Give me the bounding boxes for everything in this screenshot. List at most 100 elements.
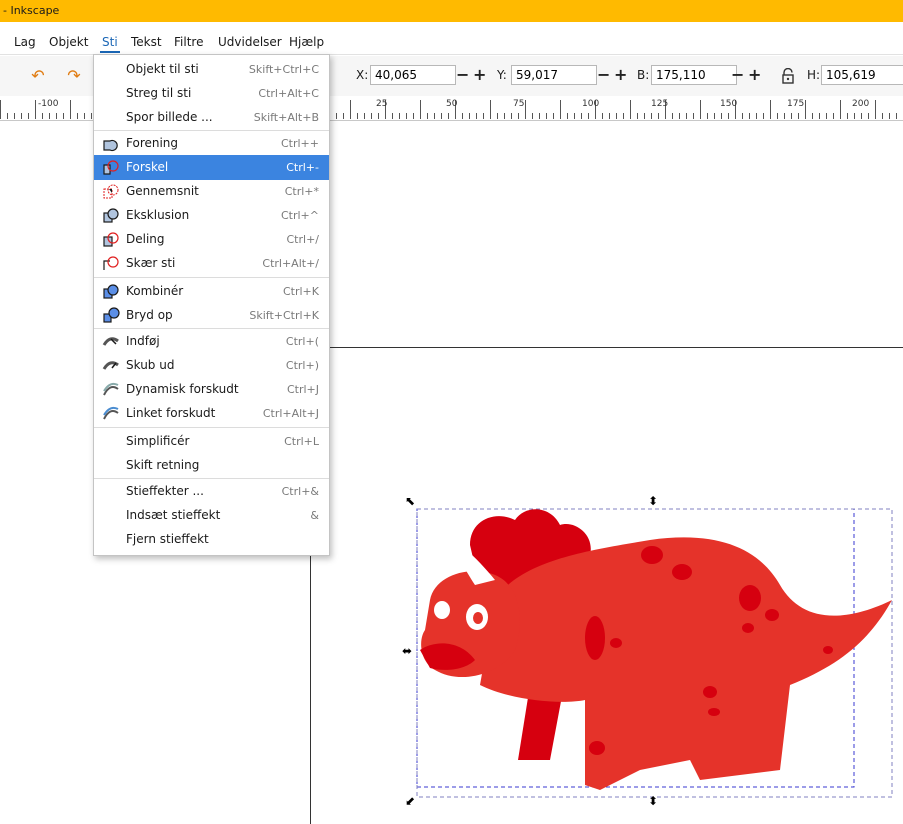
w-input[interactable]: [651, 65, 737, 85]
menu-item-label: Gennemsnit: [126, 184, 199, 198]
menu-item-division[interactable]: Deling Ctrl+/: [94, 227, 329, 252]
menu-filtre[interactable]: Filtre: [174, 35, 203, 49]
menu-item-shortcut: Ctrl+): [285, 359, 319, 372]
menu-item-label: Eksklusion: [126, 208, 190, 222]
w-increment-button[interactable]: +: [748, 65, 761, 85]
menu-item-simplify[interactable]: Simplificér Ctrl+L: [94, 429, 329, 454]
menu-lag[interactable]: Lag: [14, 35, 36, 49]
menu-item-intersection[interactable]: Gennemsnit Ctrl+*: [94, 179, 329, 204]
resize-handle-nw[interactable]: ⬉: [405, 494, 415, 508]
window-title: - Inkscape: [3, 4, 60, 17]
resize-handle-s[interactable]: ⬍: [648, 794, 658, 808]
menu-separator: [94, 427, 329, 428]
ruler-label: 125: [651, 99, 669, 109]
y-increment-button[interactable]: +: [614, 65, 627, 85]
rotate-ccw-icon[interactable]: ↶: [28, 66, 48, 86]
w-decrement-button[interactable]: −: [731, 65, 744, 85]
menu-item-union[interactable]: Forening Ctrl++: [94, 131, 329, 156]
menu-item-trace-bitmap[interactable]: Spor billede ... Skift+Alt+B: [94, 105, 329, 130]
menu-item-linked-offset[interactable]: Linket forskudt Ctrl+Alt+J: [94, 401, 329, 426]
menu-item-cut-path[interactable]: Skær sti Ctrl+Alt+/: [94, 251, 329, 276]
menu-item-label: Linket forskudt: [126, 406, 216, 420]
menu-item-label: Fjern stieffekt: [126, 532, 209, 546]
break-apart-icon: [102, 307, 120, 324]
menu-item-dynamic-offset[interactable]: Dynamisk forskudt Ctrl+J: [94, 377, 329, 402]
ruler-label: 150: [720, 99, 738, 109]
dino-pupil: [473, 612, 483, 624]
menu-item-label: Stieffekter ...: [126, 484, 204, 498]
h-field-group: H:: [807, 65, 903, 87]
menu-item-label: Bryd op: [126, 308, 173, 322]
menu-item-shortcut: Ctrl+Alt+J: [262, 407, 319, 420]
menu-item-exclusion[interactable]: Eksklusion Ctrl+^: [94, 203, 329, 228]
y-input[interactable]: [511, 65, 597, 85]
menu-item-shortcut: Ctrl+Alt+C: [258, 87, 319, 100]
w-label: B:: [637, 68, 650, 82]
menu-hjaelp[interactable]: Hjælp: [289, 35, 324, 49]
page-border-top: [330, 347, 903, 348]
menu-item-label: Dynamisk forskudt: [126, 382, 239, 396]
exclusion-icon: [102, 207, 120, 224]
ruler-label: 175: [787, 99, 805, 109]
x-input[interactable]: [370, 65, 456, 85]
rotate-cw-icon[interactable]: ↷: [64, 66, 84, 86]
menu-item-difference[interactable]: Forskel Ctrl+-: [94, 155, 329, 180]
menu-item-reverse[interactable]: Skift retning: [94, 453, 329, 478]
ruler-label: -100: [38, 99, 59, 109]
menu-tekst[interactable]: Tekst: [131, 35, 162, 49]
menu-item-outset[interactable]: Skub ud Ctrl+): [94, 353, 329, 378]
menu-item-shortcut: Ctrl+J: [286, 383, 319, 396]
menu-separator: [94, 277, 329, 278]
menu-item-label: Indsæt stieffekt: [126, 508, 221, 522]
menu-item-stroke-to-path[interactable]: Streg til sti Ctrl+Alt+C: [94, 81, 329, 106]
menu-item-inset[interactable]: Indføj Ctrl+(: [94, 329, 329, 354]
y-field-group: Y: − +: [497, 65, 627, 87]
menu-item-object-to-path[interactable]: Objekt til sti Skift+Ctrl+C: [94, 57, 329, 82]
dino-spot: [765, 609, 779, 621]
menu-item-remove-path-effect[interactable]: Fjern stieffekt: [94, 527, 329, 552]
menu-item-shortcut: &: [310, 509, 319, 522]
cut-path-icon: [102, 255, 120, 272]
menu-item-label: Spor billede ...: [126, 110, 213, 124]
menu-item-label: Skub ud: [126, 358, 175, 372]
menu-item-label: Deling: [126, 232, 165, 246]
x-decrement-button[interactable]: −: [456, 65, 469, 85]
menu-item-shortcut: Ctrl+&: [281, 485, 319, 498]
menu-item-break-apart[interactable]: Bryd op Skift+Ctrl+K: [94, 303, 329, 328]
resize-handle-sw[interactable]: ⬋: [405, 794, 415, 808]
dino-spot: [703, 686, 717, 698]
union-icon: [102, 135, 120, 152]
menu-objekt[interactable]: Objekt: [49, 35, 88, 49]
menu-item-label: Skær sti: [126, 256, 176, 270]
difference-icon: [102, 159, 120, 176]
dino-spot: [589, 741, 605, 755]
path-menu-dropdown: Objekt til sti Skift+Ctrl+C Streg til st…: [93, 54, 330, 556]
menu-item-shortcut: Ctrl++: [280, 137, 319, 150]
menu-item-shortcut: Ctrl+^: [280, 209, 319, 222]
dynamic-offset-icon: [102, 381, 120, 398]
x-label: X:: [356, 68, 369, 82]
menu-item-label: Kombinér: [126, 284, 184, 298]
resize-handle-n[interactable]: ⬍: [648, 494, 658, 508]
menu-item-path-effects[interactable]: Stieffekter ... Ctrl+&: [94, 479, 329, 504]
menu-item-label: Streg til sti: [126, 86, 192, 100]
menu-item-combine[interactable]: Kombinér Ctrl+K: [94, 279, 329, 304]
ruler-label: 75: [513, 99, 525, 109]
dino-eye: [434, 601, 450, 619]
x-increment-button[interactable]: +: [473, 65, 486, 85]
menu-udvidelser[interactable]: Udvidelser: [218, 35, 282, 49]
h-input[interactable]: [821, 65, 903, 85]
triceratops-drawing[interactable]: ⬉ ⬍ ⬌ ⬋ ⬍: [400, 490, 903, 810]
menu-item-shortcut: Ctrl+K: [282, 285, 319, 298]
y-decrement-button[interactable]: −: [597, 65, 610, 85]
lock-icon[interactable]: [781, 67, 795, 84]
h-label: H:: [807, 68, 821, 82]
y-label: Y:: [497, 68, 507, 82]
dino-spot: [585, 616, 605, 660]
menu-item-shortcut: Skift+Alt+B: [253, 111, 319, 124]
combine-icon: [102, 283, 120, 300]
menu-sti[interactable]: Sti: [100, 35, 120, 53]
resize-handle-w[interactable]: ⬌: [402, 644, 412, 658]
dino-spot: [672, 564, 692, 580]
menu-item-paste-path-effect[interactable]: Indsæt stieffekt &: [94, 503, 329, 528]
